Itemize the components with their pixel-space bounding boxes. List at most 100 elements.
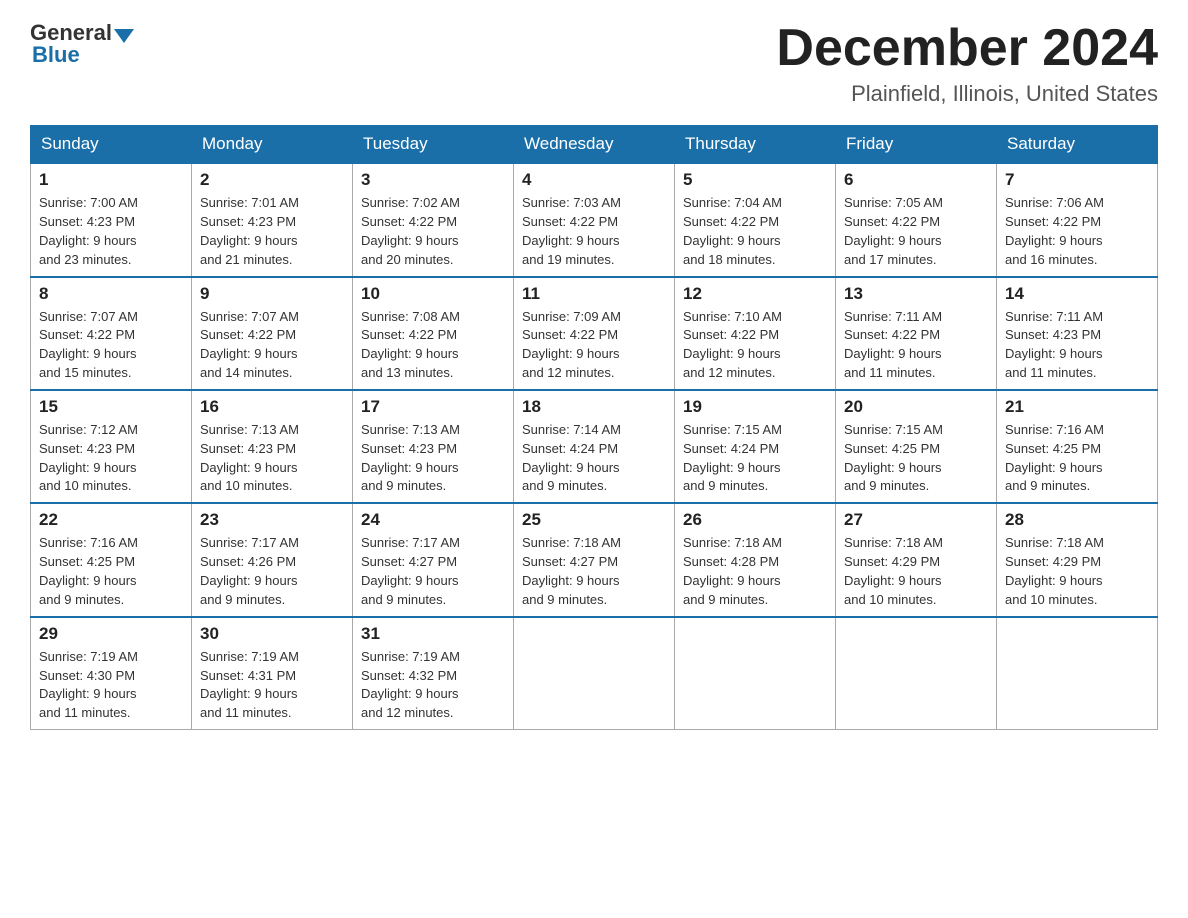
day-number: 4 [522, 170, 666, 190]
table-row: 30 Sunrise: 7:19 AM Sunset: 4:31 PM Dayl… [192, 617, 353, 730]
day-number: 19 [683, 397, 827, 417]
day-number: 3 [361, 170, 505, 190]
col-wednesday: Wednesday [514, 126, 675, 164]
col-friday: Friday [836, 126, 997, 164]
table-row: 15 Sunrise: 7:12 AM Sunset: 4:23 PM Dayl… [31, 390, 192, 503]
col-monday: Monday [192, 126, 353, 164]
table-row [514, 617, 675, 730]
table-row: 4 Sunrise: 7:03 AM Sunset: 4:22 PM Dayli… [514, 163, 675, 276]
day-info: Sunrise: 7:10 AM Sunset: 4:22 PM Dayligh… [683, 308, 827, 383]
day-info: Sunrise: 7:06 AM Sunset: 4:22 PM Dayligh… [1005, 194, 1149, 269]
day-number: 30 [200, 624, 344, 644]
day-info: Sunrise: 7:19 AM Sunset: 4:30 PM Dayligh… [39, 648, 183, 723]
table-row: 19 Sunrise: 7:15 AM Sunset: 4:24 PM Dayl… [675, 390, 836, 503]
day-info: Sunrise: 7:04 AM Sunset: 4:22 PM Dayligh… [683, 194, 827, 269]
month-title: December 2024 [776, 20, 1158, 77]
day-info: Sunrise: 7:15 AM Sunset: 4:25 PM Dayligh… [844, 421, 988, 496]
day-number: 18 [522, 397, 666, 417]
day-number: 1 [39, 170, 183, 190]
day-number: 11 [522, 284, 666, 304]
calendar-week-row: 8 Sunrise: 7:07 AM Sunset: 4:22 PM Dayli… [31, 277, 1158, 390]
table-row: 14 Sunrise: 7:11 AM Sunset: 4:23 PM Dayl… [997, 277, 1158, 390]
day-info: Sunrise: 7:05 AM Sunset: 4:22 PM Dayligh… [844, 194, 988, 269]
day-number: 24 [361, 510, 505, 530]
day-info: Sunrise: 7:18 AM Sunset: 4:28 PM Dayligh… [683, 534, 827, 609]
table-row [997, 617, 1158, 730]
day-number: 7 [1005, 170, 1149, 190]
calendar-week-row: 1 Sunrise: 7:00 AM Sunset: 4:23 PM Dayli… [31, 163, 1158, 276]
day-number: 10 [361, 284, 505, 304]
table-row: 6 Sunrise: 7:05 AM Sunset: 4:22 PM Dayli… [836, 163, 997, 276]
table-row: 18 Sunrise: 7:14 AM Sunset: 4:24 PM Dayl… [514, 390, 675, 503]
table-row: 9 Sunrise: 7:07 AM Sunset: 4:22 PM Dayli… [192, 277, 353, 390]
table-row: 24 Sunrise: 7:17 AM Sunset: 4:27 PM Dayl… [353, 503, 514, 616]
day-info: Sunrise: 7:00 AM Sunset: 4:23 PM Dayligh… [39, 194, 183, 269]
day-number: 26 [683, 510, 827, 530]
day-info: Sunrise: 7:16 AM Sunset: 4:25 PM Dayligh… [1005, 421, 1149, 496]
table-row: 26 Sunrise: 7:18 AM Sunset: 4:28 PM Dayl… [675, 503, 836, 616]
col-saturday: Saturday [997, 126, 1158, 164]
day-number: 21 [1005, 397, 1149, 417]
calendar-header-row: Sunday Monday Tuesday Wednesday Thursday… [31, 126, 1158, 164]
day-number: 20 [844, 397, 988, 417]
title-section: December 2024 Plainfield, Illinois, Unit… [776, 20, 1158, 107]
day-number: 17 [361, 397, 505, 417]
day-number: 22 [39, 510, 183, 530]
calendar-week-row: 15 Sunrise: 7:12 AM Sunset: 4:23 PM Dayl… [31, 390, 1158, 503]
day-info: Sunrise: 7:07 AM Sunset: 4:22 PM Dayligh… [39, 308, 183, 383]
col-thursday: Thursday [675, 126, 836, 164]
day-info: Sunrise: 7:15 AM Sunset: 4:24 PM Dayligh… [683, 421, 827, 496]
col-tuesday: Tuesday [353, 126, 514, 164]
day-info: Sunrise: 7:17 AM Sunset: 4:26 PM Dayligh… [200, 534, 344, 609]
day-number: 16 [200, 397, 344, 417]
day-number: 2 [200, 170, 344, 190]
day-info: Sunrise: 7:09 AM Sunset: 4:22 PM Dayligh… [522, 308, 666, 383]
table-row: 3 Sunrise: 7:02 AM Sunset: 4:22 PM Dayli… [353, 163, 514, 276]
col-sunday: Sunday [31, 126, 192, 164]
table-row: 28 Sunrise: 7:18 AM Sunset: 4:29 PM Dayl… [997, 503, 1158, 616]
day-info: Sunrise: 7:11 AM Sunset: 4:23 PM Dayligh… [1005, 308, 1149, 383]
table-row: 29 Sunrise: 7:19 AM Sunset: 4:30 PM Dayl… [31, 617, 192, 730]
day-number: 15 [39, 397, 183, 417]
table-row: 21 Sunrise: 7:16 AM Sunset: 4:25 PM Dayl… [997, 390, 1158, 503]
table-row: 31 Sunrise: 7:19 AM Sunset: 4:32 PM Dayl… [353, 617, 514, 730]
day-info: Sunrise: 7:07 AM Sunset: 4:22 PM Dayligh… [200, 308, 344, 383]
day-number: 8 [39, 284, 183, 304]
day-info: Sunrise: 7:11 AM Sunset: 4:22 PM Dayligh… [844, 308, 988, 383]
table-row: 8 Sunrise: 7:07 AM Sunset: 4:22 PM Dayli… [31, 277, 192, 390]
table-row [675, 617, 836, 730]
calendar-week-row: 29 Sunrise: 7:19 AM Sunset: 4:30 PM Dayl… [31, 617, 1158, 730]
day-number: 29 [39, 624, 183, 644]
table-row: 22 Sunrise: 7:16 AM Sunset: 4:25 PM Dayl… [31, 503, 192, 616]
day-number: 12 [683, 284, 827, 304]
day-number: 28 [1005, 510, 1149, 530]
day-info: Sunrise: 7:18 AM Sunset: 4:27 PM Dayligh… [522, 534, 666, 609]
calendar-table: Sunday Monday Tuesday Wednesday Thursday… [30, 125, 1158, 730]
day-info: Sunrise: 7:18 AM Sunset: 4:29 PM Dayligh… [844, 534, 988, 609]
day-info: Sunrise: 7:19 AM Sunset: 4:32 PM Dayligh… [361, 648, 505, 723]
table-row: 13 Sunrise: 7:11 AM Sunset: 4:22 PM Dayl… [836, 277, 997, 390]
table-row: 7 Sunrise: 7:06 AM Sunset: 4:22 PM Dayli… [997, 163, 1158, 276]
table-row: 27 Sunrise: 7:18 AM Sunset: 4:29 PM Dayl… [836, 503, 997, 616]
day-info: Sunrise: 7:13 AM Sunset: 4:23 PM Dayligh… [200, 421, 344, 496]
calendar-week-row: 22 Sunrise: 7:16 AM Sunset: 4:25 PM Dayl… [31, 503, 1158, 616]
day-number: 5 [683, 170, 827, 190]
day-info: Sunrise: 7:18 AM Sunset: 4:29 PM Dayligh… [1005, 534, 1149, 609]
logo: General Blue [30, 20, 136, 68]
day-number: 13 [844, 284, 988, 304]
day-info: Sunrise: 7:14 AM Sunset: 4:24 PM Dayligh… [522, 421, 666, 496]
day-info: Sunrise: 7:16 AM Sunset: 4:25 PM Dayligh… [39, 534, 183, 609]
day-info: Sunrise: 7:13 AM Sunset: 4:23 PM Dayligh… [361, 421, 505, 496]
table-row: 12 Sunrise: 7:10 AM Sunset: 4:22 PM Dayl… [675, 277, 836, 390]
day-info: Sunrise: 7:12 AM Sunset: 4:23 PM Dayligh… [39, 421, 183, 496]
table-row: 17 Sunrise: 7:13 AM Sunset: 4:23 PM Dayl… [353, 390, 514, 503]
day-info: Sunrise: 7:17 AM Sunset: 4:27 PM Dayligh… [361, 534, 505, 609]
day-info: Sunrise: 7:19 AM Sunset: 4:31 PM Dayligh… [200, 648, 344, 723]
table-row: 16 Sunrise: 7:13 AM Sunset: 4:23 PM Dayl… [192, 390, 353, 503]
day-number: 31 [361, 624, 505, 644]
table-row: 23 Sunrise: 7:17 AM Sunset: 4:26 PM Dayl… [192, 503, 353, 616]
day-number: 14 [1005, 284, 1149, 304]
table-row [836, 617, 997, 730]
table-row: 11 Sunrise: 7:09 AM Sunset: 4:22 PM Dayl… [514, 277, 675, 390]
day-number: 27 [844, 510, 988, 530]
